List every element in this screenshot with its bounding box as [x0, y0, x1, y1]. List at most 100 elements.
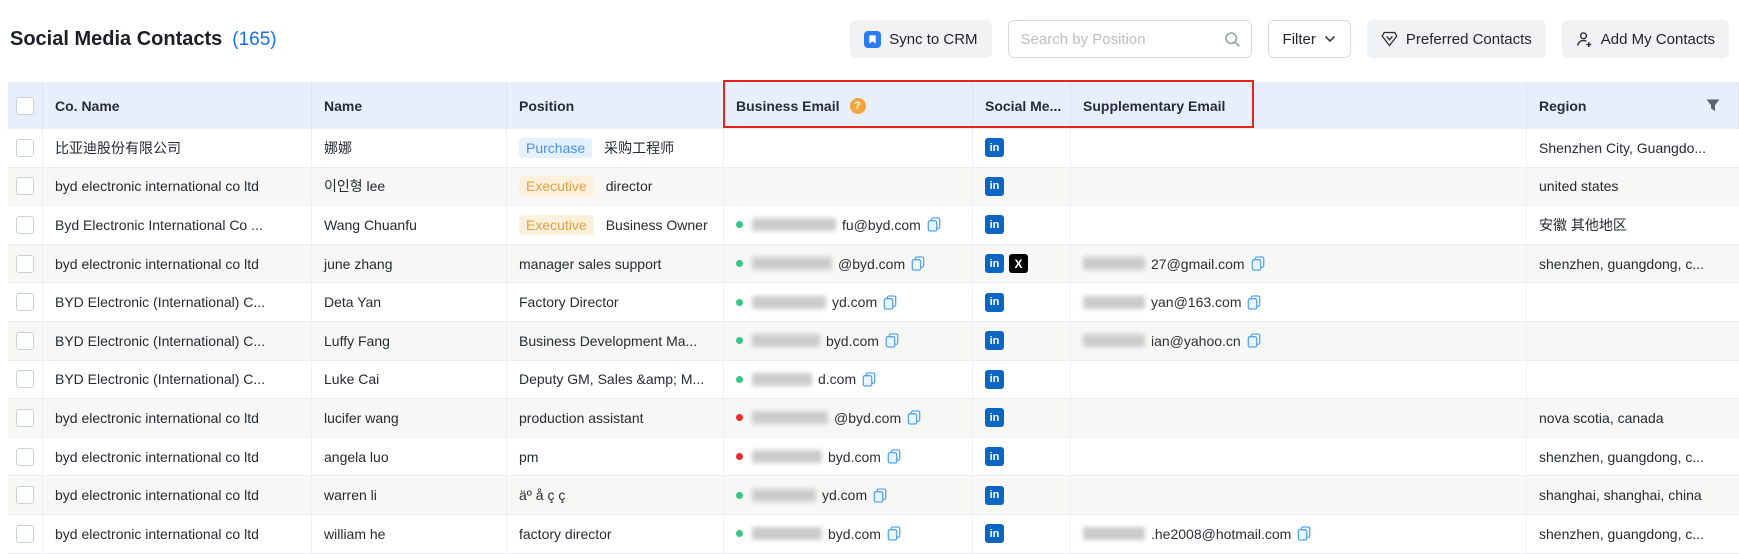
header-region: Region — [1527, 82, 1739, 129]
blurred-text — [1083, 257, 1145, 270]
contact-name: Wang Chuanfu — [324, 217, 417, 233]
social-media-cell: in — [973, 206, 1071, 244]
business-email-cell: byd.com — [724, 322, 973, 360]
copy-icon[interactable] — [911, 256, 925, 271]
row-checkbox[interactable] — [16, 486, 34, 504]
contact-name: Luffy Fang — [324, 333, 390, 349]
copy-icon[interactable] — [887, 449, 901, 464]
business-email-cell — [724, 168, 973, 206]
linkedin-icon[interactable]: in — [985, 370, 1004, 389]
copy-icon[interactable] — [1251, 256, 1265, 271]
linkedin-icon[interactable]: in — [985, 486, 1004, 505]
position-text: factory director — [519, 526, 612, 542]
sync-to-crm-button[interactable]: Sync to CRM — [850, 20, 991, 58]
crm-logo-icon — [864, 31, 881, 48]
row-checkbox[interactable] — [16, 332, 34, 350]
copy-icon[interactable] — [1247, 333, 1261, 348]
region-text: shenzhen, guangdong, c... — [1539, 526, 1704, 542]
copy-icon[interactable] — [927, 217, 941, 232]
header-supplementary-email-label: Supplementary Email — [1083, 98, 1225, 114]
search-box[interactable] — [1008, 20, 1252, 58]
linkedin-icon[interactable]: in — [985, 138, 1004, 157]
row-checkbox[interactable] — [16, 293, 34, 311]
row-select-cell — [8, 206, 43, 244]
linkedin-icon[interactable]: in — [985, 215, 1004, 234]
header-name: Name — [312, 82, 507, 129]
copy-icon[interactable] — [862, 372, 876, 387]
company-name: byd electronic international co ltd — [55, 487, 259, 503]
linkedin-icon[interactable]: in — [985, 254, 1004, 273]
search-input[interactable] — [1019, 30, 1216, 49]
region-cell: nova scotia, canada — [1527, 399, 1739, 437]
table-row: byd electronic international co ltdlucif… — [8, 399, 1739, 438]
x-twitter-icon[interactable]: X — [1009, 254, 1028, 273]
preferred-contacts-button[interactable]: Preferred Contacts — [1367, 20, 1546, 58]
business-email-text: yd.com — [822, 487, 867, 503]
linkedin-icon[interactable]: in — [985, 447, 1004, 466]
position-badge: Purchase — [519, 138, 592, 158]
page-title-group: Social Media Contacts (165) — [10, 28, 834, 51]
copy-icon[interactable] — [907, 410, 921, 425]
table-row: BYD Electronic (International) C... Deta … — [8, 283, 1739, 322]
email-status-dot — [736, 453, 743, 460]
linkedin-icon[interactable]: in — [985, 177, 1004, 196]
linkedin-icon[interactable]: in — [985, 293, 1004, 312]
row-checkbox[interactable] — [16, 255, 34, 273]
filter-button[interactable]: Filter — [1268, 20, 1351, 58]
contact-name: angela luo — [324, 449, 389, 465]
row-checkbox[interactable] — [16, 448, 34, 466]
name-cell: Deta Yan — [312, 283, 507, 321]
name-cell: 娜娜 — [312, 129, 507, 167]
region-text: 安徽 其他地区 — [1539, 215, 1627, 235]
row-checkbox[interactable] — [16, 216, 34, 234]
header-position-label: Position — [519, 98, 574, 114]
row-checkbox[interactable] — [16, 139, 34, 157]
row-checkbox[interactable] — [16, 370, 34, 388]
social-media-cell: in — [973, 399, 1071, 437]
name-cell: Luke Cai — [312, 361, 507, 399]
supplementary-email-cell — [1071, 129, 1527, 167]
linkedin-icon[interactable]: in — [985, 331, 1004, 350]
business-email-text: byd.com — [826, 333, 879, 349]
position-cell: Purchase采购工程师 — [507, 129, 724, 167]
header-social-media: Social Me... — [973, 82, 1071, 129]
help-icon[interactable]: ? — [850, 98, 866, 114]
linkedin-icon[interactable]: in — [985, 524, 1004, 543]
copy-icon[interactable] — [887, 526, 901, 541]
add-my-contacts-button[interactable]: Add My Contacts — [1562, 20, 1729, 58]
row-checkbox[interactable] — [16, 525, 34, 543]
supplementary-email-cell: ian@yahoo.cn — [1071, 322, 1527, 360]
copy-icon[interactable] — [1297, 526, 1311, 541]
company-name: BYD Electronic (International) C... — [55, 294, 265, 310]
business-email-cell: yd.com — [724, 283, 973, 321]
sync-to-crm-label: Sync to CRM — [889, 31, 977, 48]
row-checkbox[interactable] — [16, 409, 34, 427]
region-cell: shanghai, shanghai, china — [1527, 476, 1739, 514]
business-email-text: fu@byd.com — [842, 217, 921, 233]
select-all-checkbox[interactable] — [16, 97, 34, 115]
linkedin-icon[interactable]: in — [985, 408, 1004, 427]
region-text: Shenzhen City, Guangdo... — [1539, 140, 1706, 156]
copy-icon[interactable] — [885, 333, 899, 348]
company-cell: Byd Electronic International Co ... — [43, 206, 312, 244]
name-cell: 이인형 lee — [312, 168, 507, 206]
copy-icon[interactable] — [1247, 295, 1261, 310]
position-cell: Deputy GM, Sales &amp; M... — [507, 361, 724, 399]
company-cell: 比亚迪股份有限公司 — [43, 129, 312, 167]
row-select-cell — [8, 168, 43, 206]
name-cell: june zhang — [312, 245, 507, 283]
copy-icon[interactable] — [883, 295, 897, 310]
social-media-cell: in X — [973, 245, 1071, 283]
region-filter-icon[interactable] — [1706, 99, 1720, 112]
header-select-all-cell — [8, 82, 43, 129]
blurred-text — [752, 218, 836, 231]
row-checkbox[interactable] — [16, 177, 34, 195]
social-media-cell: in — [973, 129, 1071, 167]
copy-icon[interactable] — [873, 488, 887, 503]
blurred-text — [1083, 334, 1145, 347]
position-text: äº å ç ç — [519, 487, 565, 503]
search-icon[interactable] — [1224, 31, 1241, 48]
position-text: director — [606, 178, 653, 194]
business-email-cell: byd.com — [724, 438, 973, 476]
position-text: Business Owner — [606, 217, 708, 233]
